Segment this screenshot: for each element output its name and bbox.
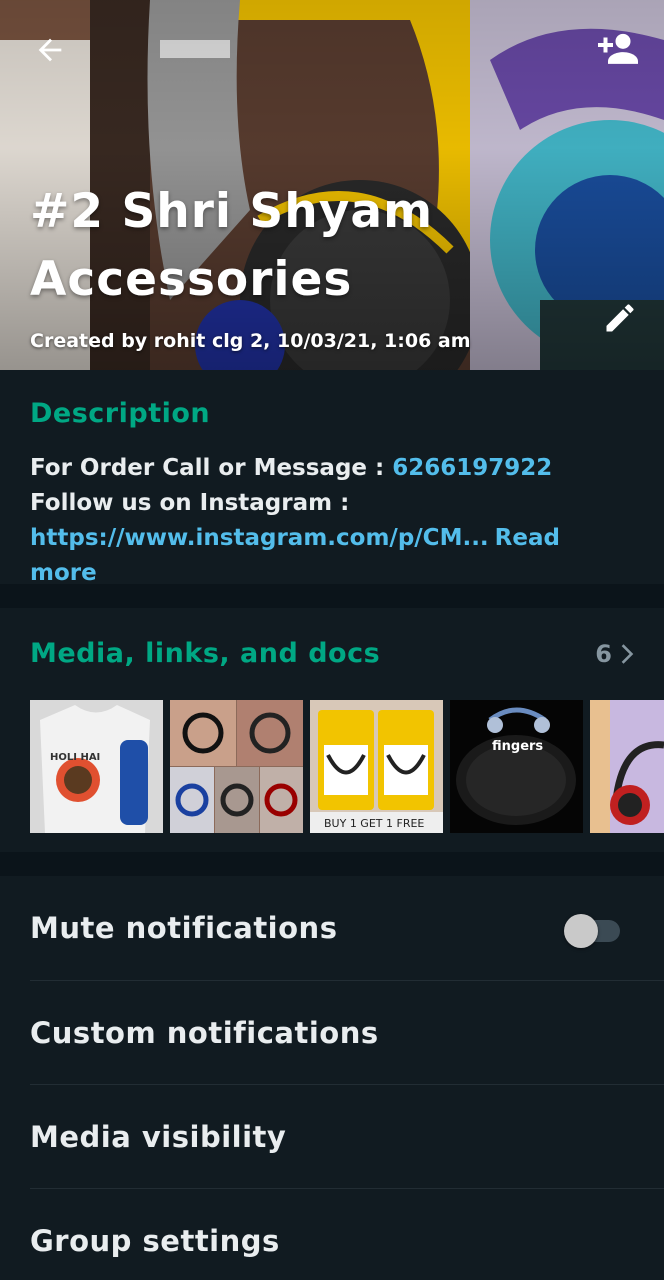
earphones-case-image: fingers — [450, 700, 583, 833]
media-heading: Media, links, and docs — [30, 638, 381, 669]
custom-notifications-row[interactable]: Custom notifications — [30, 981, 664, 1085]
instagram-link[interactable]: https://www.instagram.com/p/CM... — [30, 525, 489, 551]
mute-toggle[interactable] — [564, 914, 620, 948]
custom-notifications-label: Custom notifications — [30, 1016, 379, 1050]
order-text: For Order Call or Message : — [30, 455, 393, 481]
group-header-image[interactable]: #2 Shri Shyam Accessories Created by roh… — [0, 0, 664, 370]
media-thumb[interactable]: HOLI HAI — [30, 700, 163, 833]
description-line-1: For Order Call or Message : 6266197922 — [30, 451, 634, 486]
description-line-2: Follow us on Instagram : — [30, 490, 350, 516]
thumb-4-text: fingers — [492, 739, 543, 754]
media-thumbnails: HOLI HAI BUY 1 GET 1 FREE fingers — [30, 700, 664, 833]
edit-name-button[interactable] — [594, 292, 646, 344]
group-settings-row[interactable]: Group settings — [30, 1189, 664, 1280]
boxed-neckbands-image: BUY 1 GET 1 FREE — [310, 700, 443, 833]
created-info: Created by rohit clg 2, 10/03/21, 1:06 a… — [30, 330, 471, 352]
tshirt-speaker-image: HOLI HAI — [30, 700, 163, 833]
media-count-button[interactable]: 6 — [595, 640, 636, 668]
description-heading: Description — [30, 398, 211, 429]
add-participant-button[interactable] — [588, 22, 648, 74]
media-count: 6 — [595, 640, 612, 668]
chevron-right-icon — [621, 644, 634, 664]
section-gap — [0, 852, 664, 876]
red-headphones-image — [590, 700, 664, 833]
settings-section: Mute notifications Custom notifications … — [0, 876, 664, 1280]
description-line-3: https://www.instagram.com/p/CM... Read mo… — [30, 521, 634, 591]
media-visibility-label: Media visibility — [30, 1120, 287, 1154]
media-thumb[interactable] — [590, 700, 664, 833]
back-button[interactable] — [24, 24, 76, 76]
media-visibility-row[interactable]: Media visibility — [30, 1085, 664, 1189]
group-settings-label: Group settings — [30, 1224, 280, 1258]
media-thumb[interactable]: BUY 1 GET 1 FREE — [310, 700, 443, 833]
section-gap — [0, 584, 664, 608]
description-section[interactable]: Description For Order Call or Message : … — [0, 370, 664, 586]
arrow-left-icon — [38, 38, 62, 62]
thumb-1-text: HOLI HAI — [50, 752, 100, 763]
toggle-knob — [564, 914, 598, 948]
description-text: For Order Call or Message : 6266197922 F… — [30, 451, 634, 591]
media-thumb[interactable]: fingers — [450, 700, 583, 833]
person-add-icon — [598, 33, 638, 64]
media-thumb[interactable] — [170, 700, 303, 833]
phone-link[interactable]: 6266197922 — [392, 455, 552, 481]
neckbands-collage-image — [170, 700, 303, 833]
group-title: #2 Shri Shyam Accessories — [30, 184, 434, 307]
thumb-3-text: BUY 1 GET 1 FREE — [324, 817, 424, 830]
media-section: Media, links, and docs 6 HOLI HAI BUY 1 … — [0, 608, 664, 852]
mute-notifications-label: Mute notifications — [30, 911, 338, 945]
pencil-icon — [606, 304, 634, 332]
